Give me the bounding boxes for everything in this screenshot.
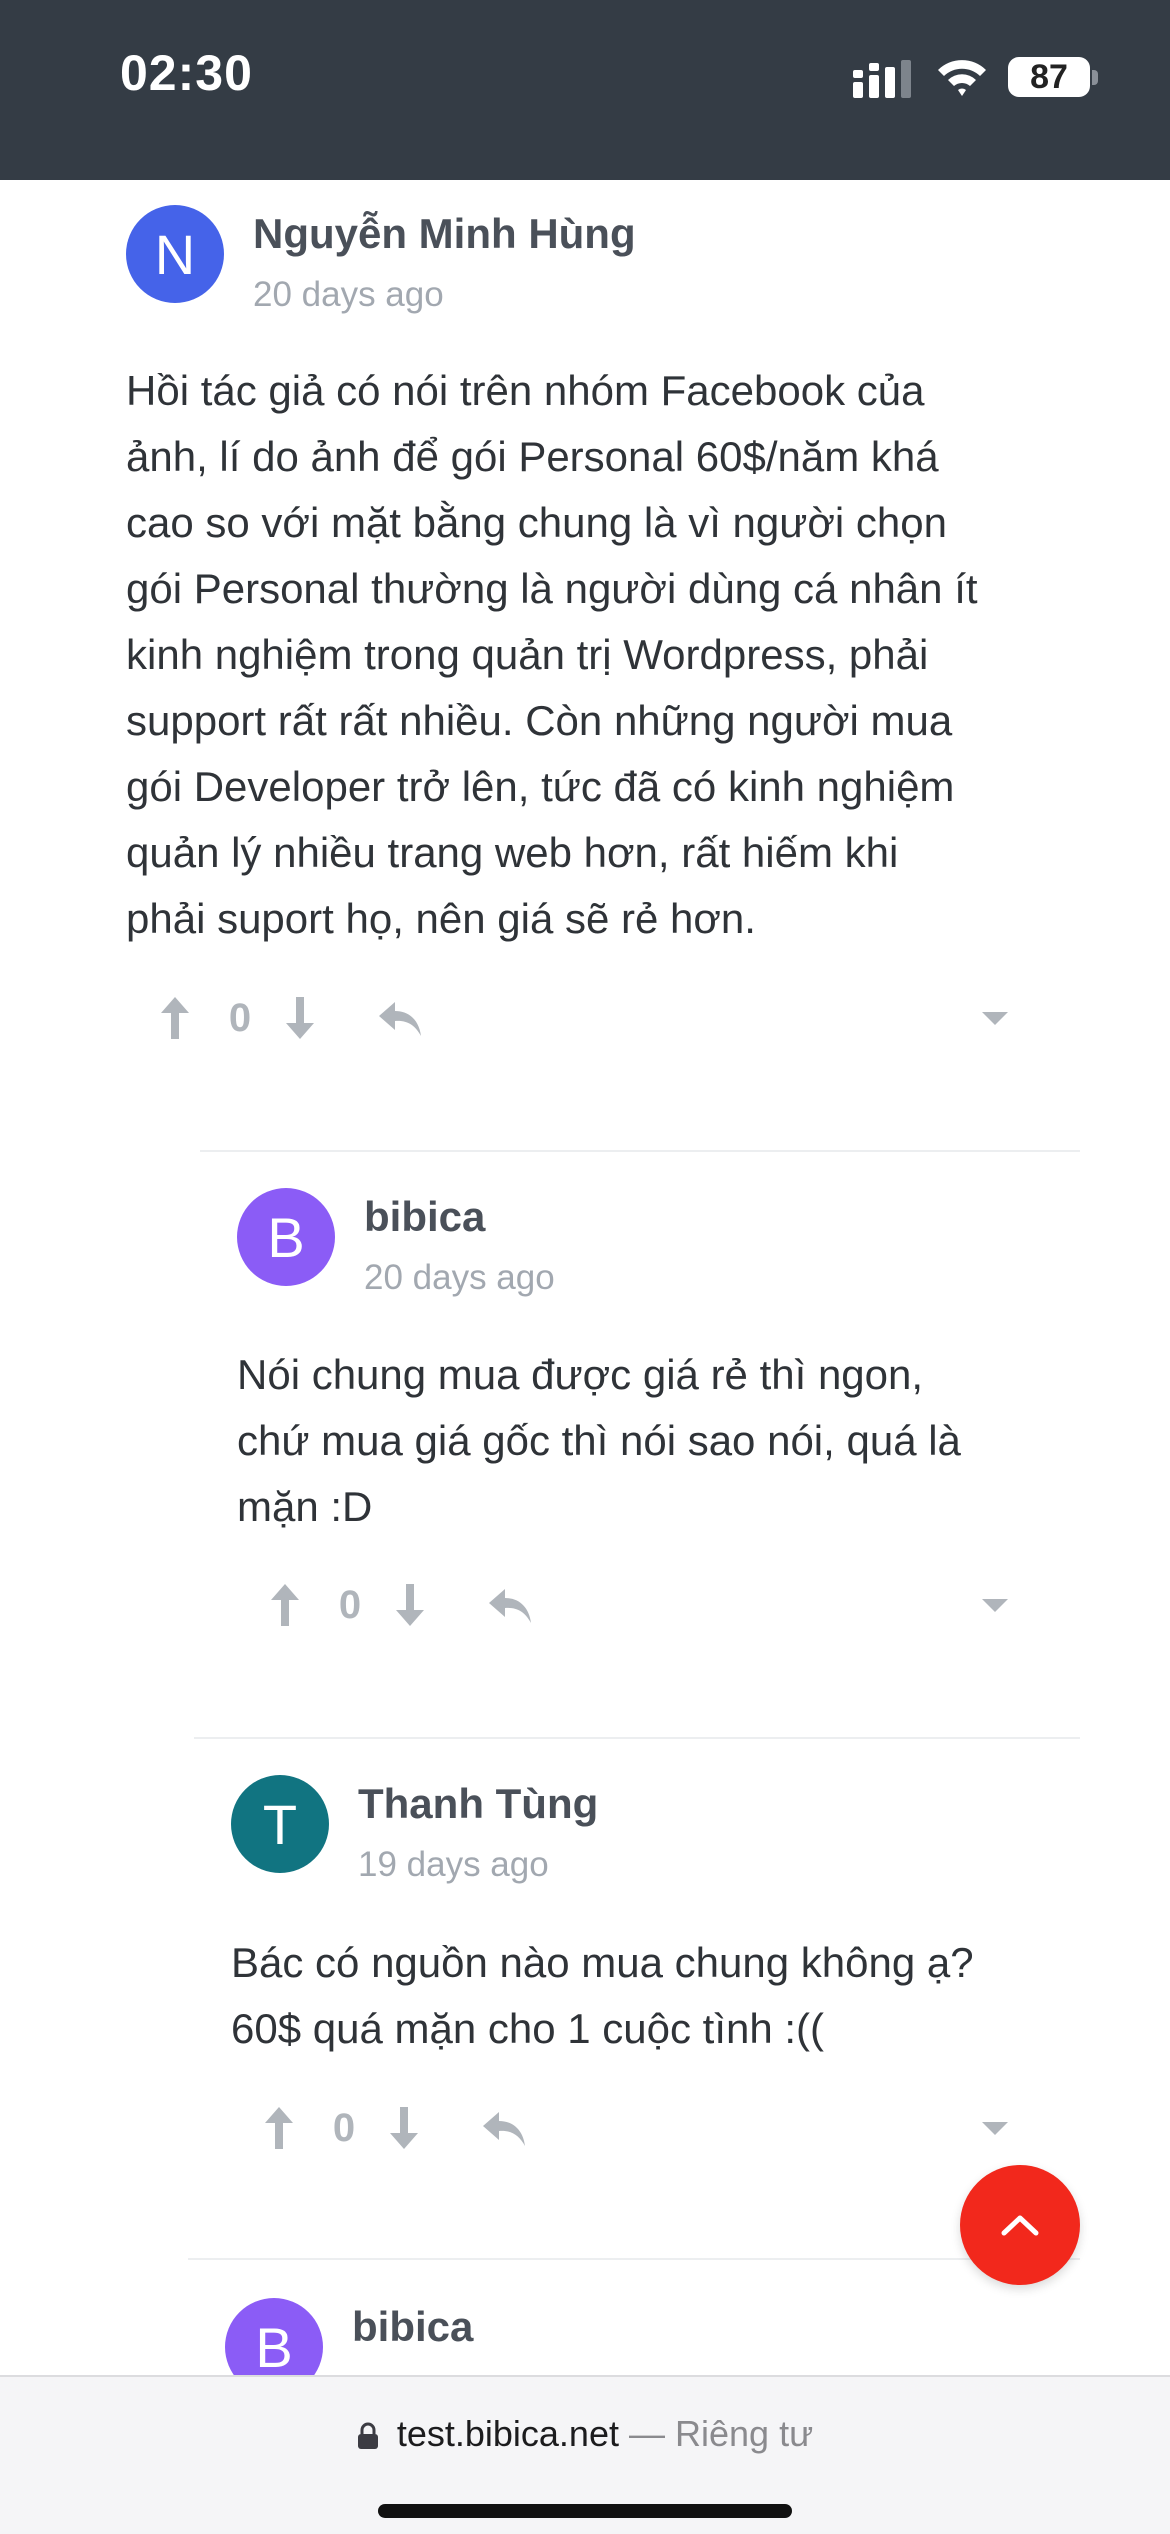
arrow-up-icon [271, 1584, 299, 1626]
comment-line: cao so với mặt bằng chung là vì người ch… [126, 499, 947, 546]
arrow-down-icon [396, 1584, 424, 1626]
vote-count: 0 [338, 1582, 362, 1627]
avatar[interactable]: B [237, 1188, 335, 1286]
reply-icon [379, 1002, 421, 1036]
battery-level: 87 [1030, 57, 1068, 96]
comment-line: gói Developer trở lên, tức đã có kinh ng… [126, 763, 955, 810]
chevron-down-icon [982, 1012, 1008, 1025]
arrow-down-icon [390, 2107, 418, 2149]
comment-actions: 0 [254, 2098, 1020, 2158]
comment-actions: 0 [150, 988, 1020, 1048]
comment-line: gói Personal thường là người dùng cá nhâ… [126, 565, 978, 612]
status-time: 02:30 [120, 45, 253, 101]
reply-button[interactable] [474, 2098, 534, 2158]
status-bar: 02:30 87 [0, 0, 1170, 180]
divider [188, 2258, 1080, 2260]
comment-actions: 0 [260, 1575, 1020, 1635]
browser-address-bar: test.bibica.net — Riêng tư [0, 2375, 1170, 2534]
upvote-button[interactable] [254, 2098, 304, 2158]
comment-author[interactable]: bibica [352, 2303, 473, 2351]
downvote-button[interactable] [385, 1575, 435, 1635]
vote-count: 0 [228, 995, 252, 1040]
wifi-icon [938, 60, 986, 96]
signal-icon [853, 60, 911, 98]
comment-body: Nói chung mua được giá rẻ thì ngon, chứ … [237, 1342, 1077, 1540]
arrow-up-icon [161, 997, 189, 1039]
reply-icon [489, 1589, 531, 1623]
comment-timestamp[interactable]: 20 days ago [253, 275, 444, 315]
avatar[interactable]: N [126, 205, 224, 303]
url-display[interactable]: test.bibica.net — Riêng tư [0, 2413, 1170, 2455]
upvote-button[interactable] [260, 1575, 310, 1635]
url-text: test.bibica.net [396, 2413, 619, 2454]
avatar[interactable]: T [231, 1775, 329, 1873]
comment-line: ảnh, lí do ảnh để gói Personal 60$/năm k… [126, 433, 939, 480]
comment-line: quản lý nhiều trang web hơn, rất hiếm kh… [126, 829, 899, 876]
upvote-button[interactable] [150, 988, 200, 1048]
battery-icon: 87 [1008, 57, 1090, 97]
comment-line: kinh nghiệm trong quản trị Wordpress, ph… [126, 631, 929, 678]
scroll-to-top-button[interactable] [960, 2165, 1080, 2285]
reply-button[interactable] [480, 1575, 540, 1635]
comment-line: mặn :D [237, 1483, 373, 1530]
chevron-down-icon [982, 2122, 1008, 2135]
comment-body: Hồi tác giả có nói trên nhóm Facebook củ… [126, 358, 1086, 952]
arrow-up-icon [265, 2107, 293, 2149]
chevron-down-icon [982, 1599, 1008, 1612]
downvote-button[interactable] [379, 2098, 429, 2158]
comment-author[interactable]: bibica [364, 1193, 485, 1241]
reply-button[interactable] [370, 988, 430, 1048]
privacy-label: Riêng tư [675, 2413, 814, 2454]
comment-author[interactable]: Thanh Tùng [358, 1780, 598, 1828]
lock-icon [357, 2423, 378, 2450]
divider [200, 1150, 1080, 1152]
comment-timestamp[interactable]: 19 days ago [358, 1845, 549, 1885]
comment-line: Nói chung mua được giá rẻ thì ngon, [237, 1351, 924, 1398]
comment-menu-button[interactable] [970, 988, 1020, 1048]
vote-count: 0 [332, 2105, 356, 2150]
home-indicator[interactable] [378, 2504, 792, 2518]
url-separator: — [628, 2413, 665, 2454]
comment-timestamp[interactable]: 20 days ago [364, 1258, 555, 1298]
comment-line: phải suport họ, nên giá sẽ rẻ hơn. [126, 895, 756, 942]
arrow-down-icon [286, 997, 314, 1039]
comment-menu-button[interactable] [970, 2098, 1020, 2158]
comment-author[interactable]: Nguyễn Minh Hùng [253, 210, 636, 258]
comment-line: Hồi tác giả có nói trên nhóm Facebook củ… [126, 367, 925, 414]
downvote-button[interactable] [275, 988, 325, 1048]
chevron-up-icon [1001, 2215, 1039, 2236]
comment-line: chứ mua giá gốc thì nói sao nói, quá là [237, 1417, 961, 1464]
reply-icon [483, 2112, 525, 2146]
comment-menu-button[interactable] [970, 1575, 1020, 1635]
comment-line: Bác có nguồn nào mua chung không ạ? [231, 1939, 974, 1986]
comment-line: 60$ quá mặn cho 1 cuộc tình :(( [231, 2005, 825, 2052]
comment-body: Bác có nguồn nào mua chung không ạ? 60$ … [231, 1930, 1081, 2062]
battery-cap [1092, 70, 1098, 85]
comment-line: support rất rất nhiều. Còn những người m… [126, 697, 953, 744]
divider [194, 1737, 1080, 1739]
